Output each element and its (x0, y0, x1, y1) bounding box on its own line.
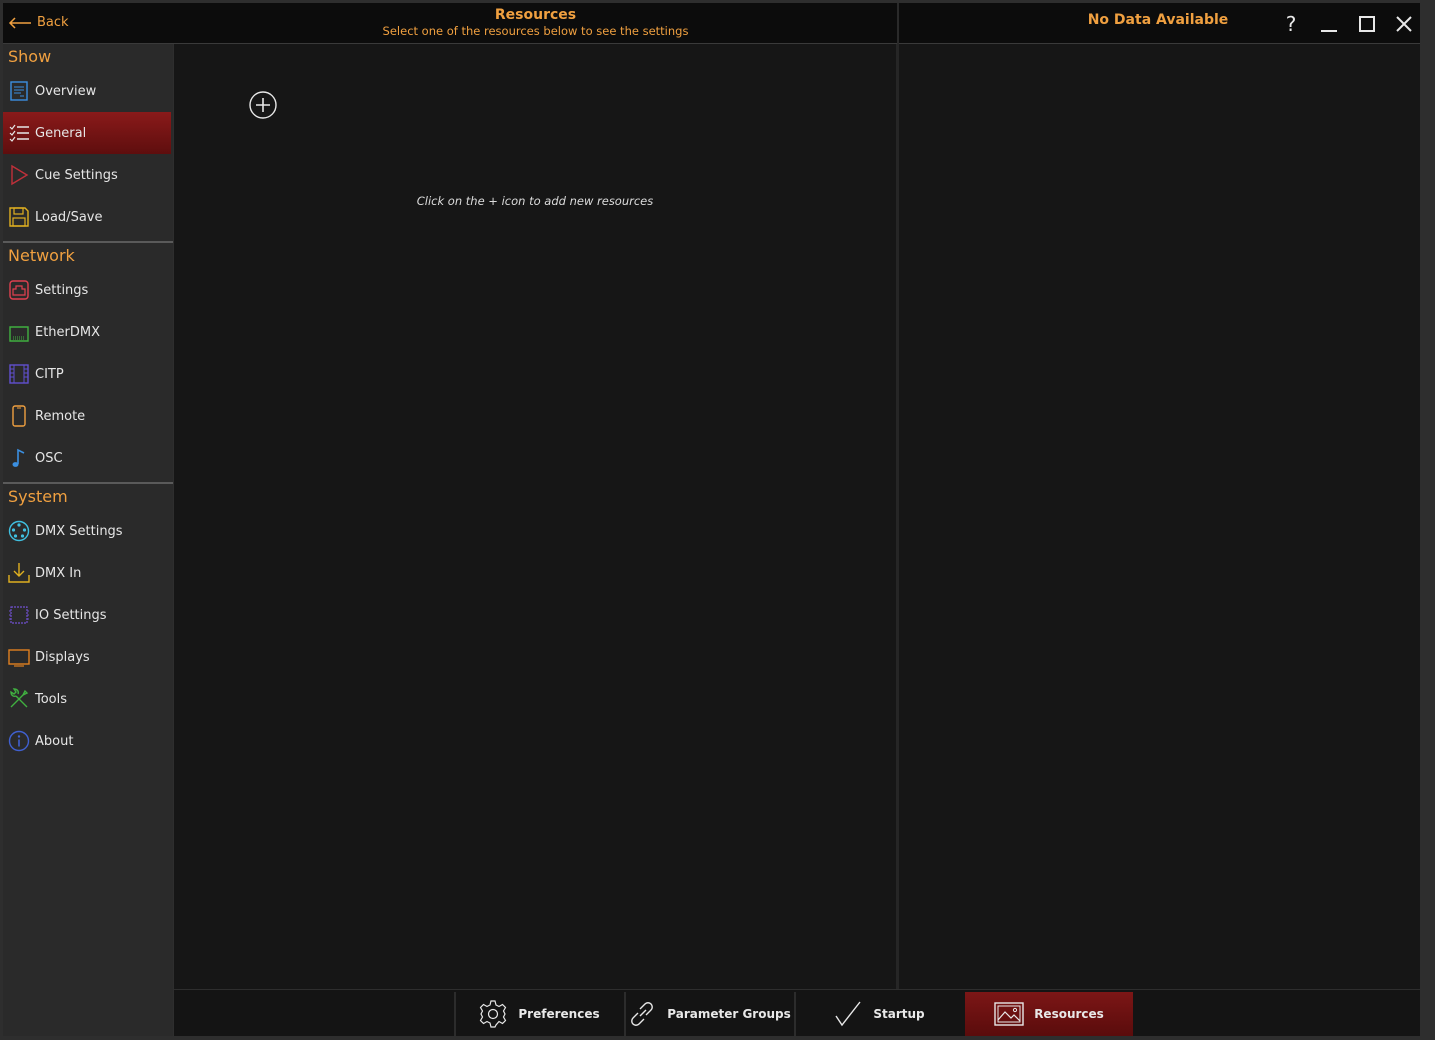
sidebar-item-cue-settings[interactable]: Cue Settings (3, 154, 173, 196)
page-subtitle: Select one of the resources below to see… (382, 24, 689, 38)
sidebar-item-label: IO Settings (35, 607, 107, 623)
sidebar-item-label: CITP (35, 366, 64, 382)
sidebar-item-osc[interactable]: OSC (3, 437, 173, 479)
sidebar-item-label: Remote (35, 408, 86, 424)
close-icon (1396, 16, 1412, 32)
sidebar-item-citp[interactable]: CITP (3, 353, 173, 395)
document-icon (7, 79, 31, 103)
sidebar: Show Overview General Cue Settings Load/… (3, 44, 173, 1036)
minimize-button[interactable] (1314, 9, 1344, 39)
top-bar: Back Resources Select one of the resourc… (3, 3, 1420, 44)
monitor-icon (7, 645, 31, 669)
sidebar-item-label: DMX In (35, 565, 82, 581)
add-resource-button[interactable] (248, 90, 278, 120)
sidebar-item-label: DMX Settings (35, 523, 123, 539)
sidebar-item-label: General (35, 125, 87, 141)
plus-circle-icon (249, 91, 277, 119)
empty-hint: Click on the + icon to add new resources (416, 194, 654, 208)
link-icon (631, 1002, 654, 1026)
top-divider (897, 3, 899, 44)
music-note-icon (7, 446, 31, 470)
detail-panel (899, 44, 1420, 989)
sidebar-item-label: OSC (35, 450, 63, 466)
section-title-network: Network (8, 246, 75, 265)
image-icon (994, 1002, 1024, 1026)
sidebar-item-dmx-settings[interactable]: DMX Settings (3, 510, 173, 552)
sidebar-item-dmx-in[interactable]: DMX In (3, 552, 173, 594)
maximize-button[interactable] (1352, 9, 1382, 39)
download-icon (7, 561, 31, 585)
sidebar-item-remote[interactable]: Remote (3, 395, 173, 437)
help-button[interactable]: ? (1276, 9, 1306, 39)
title-block: Resources Select one of the resources be… (173, 6, 898, 39)
bottom-tabbar: Preferences Parameter Groups Startup Res… (174, 989, 1420, 1036)
sidebar-item-label: About (35, 733, 74, 749)
detail-title: No Data Available (1087, 12, 1229, 28)
maximize-icon (1359, 16, 1375, 32)
sidebar-item-label: Cue Settings (35, 167, 118, 183)
help-icon: ? (1285, 12, 1297, 36)
arrow-left-icon (8, 16, 31, 29)
phone-icon (7, 404, 31, 428)
info-icon (7, 729, 31, 753)
ethernet-icon (7, 320, 31, 344)
sidebar-item-network-settings[interactable]: Settings (3, 269, 173, 311)
sidebar-item-label: Settings (35, 282, 89, 298)
page-title: Resources (494, 7, 577, 23)
resources-panel: Click on the + icon to add new resources (174, 44, 896, 989)
tab-resources[interactable]: Resources (965, 992, 1133, 1036)
tab-label: Startup (873, 1007, 925, 1021)
app-window: Back Resources Select one of the resourc… (0, 0, 1435, 1040)
film-icon (7, 362, 31, 386)
tab-label: Parameter Groups (667, 1007, 791, 1021)
tab-label: Resources (1034, 1007, 1104, 1021)
sidebar-item-tools[interactable]: Tools (3, 678, 173, 720)
tab-label: Preferences (518, 1007, 600, 1021)
sidebar-item-label: Displays (35, 649, 90, 665)
sidebar-item-general[interactable]: General (3, 112, 171, 154)
dmx-connector-icon (7, 519, 31, 543)
tab-preferences[interactable]: Preferences (454, 992, 622, 1036)
sidebar-item-label: Overview (35, 83, 97, 99)
close-button[interactable] (1389, 9, 1419, 39)
play-icon (7, 163, 31, 187)
sidebar-item-label: Load/Save (35, 209, 103, 225)
tools-icon (7, 687, 31, 711)
sidebar-item-overview[interactable]: Overview (3, 70, 173, 112)
minimize-icon (1321, 30, 1337, 32)
section-title-system: System (8, 487, 68, 506)
chip-icon (7, 603, 31, 627)
back-button[interactable]: Back (8, 15, 69, 30)
sidebar-item-label: EtherDMX (35, 324, 101, 340)
back-label: Back (37, 15, 69, 30)
sidebar-item-label: Tools (35, 691, 68, 707)
floppy-icon (7, 205, 31, 229)
checklist-icon (7, 121, 31, 145)
sidebar-item-io-settings[interactable]: IO Settings (3, 594, 173, 636)
tab-startup[interactable]: Startup (794, 992, 962, 1036)
sidebar-item-load-save[interactable]: Load/Save (3, 196, 173, 238)
sidebar-item-about[interactable]: About (3, 720, 173, 762)
sidebar-item-etherdmx[interactable]: EtherDMX (3, 311, 173, 353)
check-icon (835, 1001, 861, 1027)
sidebar-item-displays[interactable]: Displays (3, 636, 173, 678)
section-title-show: Show (8, 47, 52, 66)
gear-icon (480, 1000, 507, 1028)
tab-parameter-groups[interactable]: Parameter Groups (624, 992, 792, 1036)
network-port-icon (7, 278, 31, 302)
